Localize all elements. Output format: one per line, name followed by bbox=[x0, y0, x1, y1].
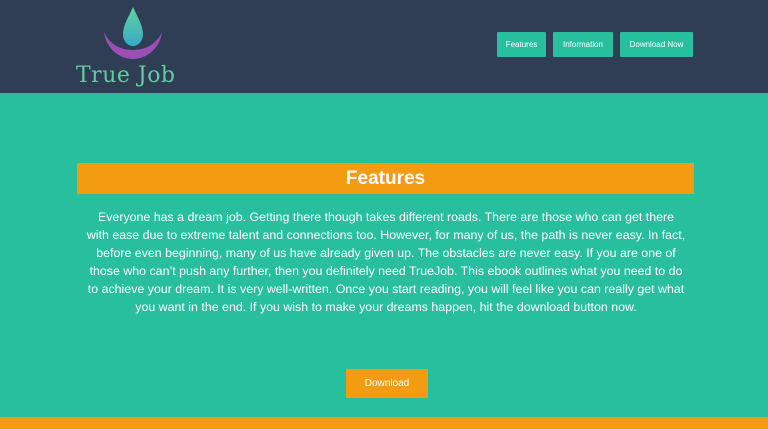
nav-download-now-button[interactable]: Download Now bbox=[620, 32, 693, 57]
logo-wordmark: True Job bbox=[76, 63, 176, 88]
download-button[interactable]: Download bbox=[346, 369, 428, 398]
nav-features-button[interactable]: Features bbox=[497, 32, 546, 57]
features-description: Everyone has a dream job. Getting there … bbox=[86, 210, 686, 314]
nav-information-button[interactable]: Information bbox=[553, 32, 613, 57]
lotus-drop-icon bbox=[104, 7, 162, 59]
site-header: True Job Features Information Download N… bbox=[0, 0, 768, 93]
features-heading: Features bbox=[77, 163, 694, 194]
footer-bar bbox=[0, 417, 768, 429]
logo[interactable]: True Job bbox=[76, 6, 188, 88]
